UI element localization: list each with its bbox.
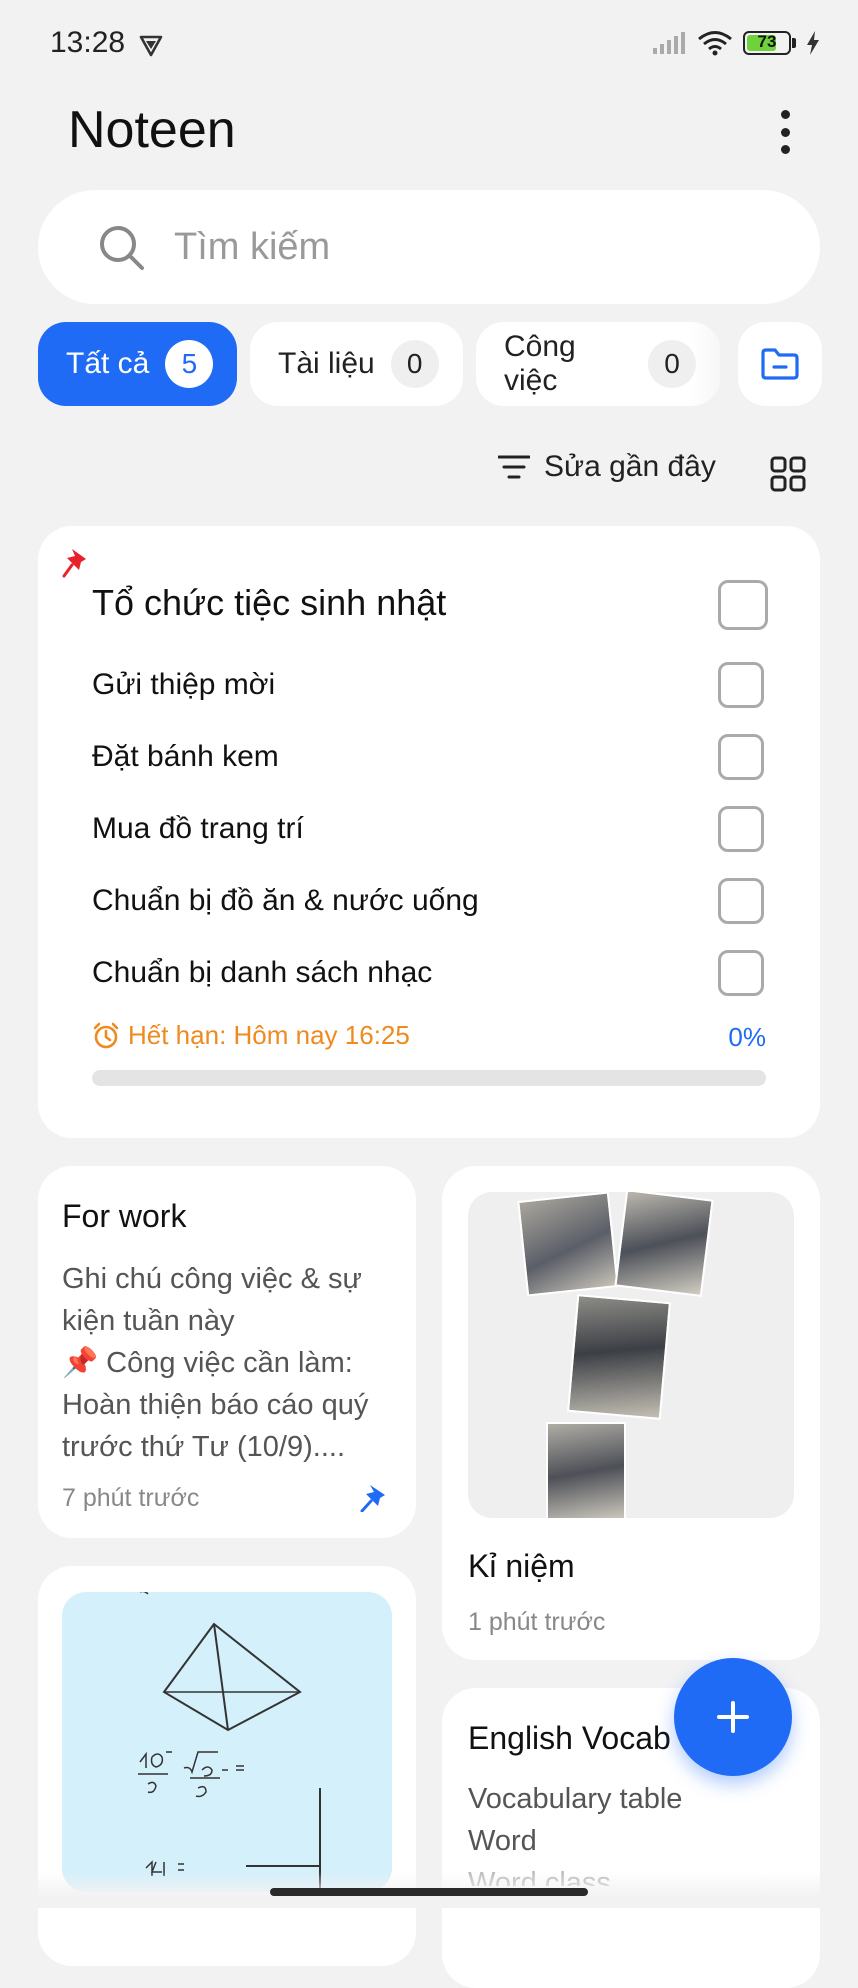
photo-thumbnail — [567, 1294, 671, 1420]
app-title: Noteen — [68, 101, 236, 159]
checklist-item-label: Chuẩn bị danh sách nhạc — [92, 956, 433, 989]
checklist-item-checkbox[interactable] — [718, 662, 764, 708]
due-date-text: Hết hạn: Hôm nay 16:25 — [128, 1020, 410, 1050]
note-title: English Vocab — [468, 1720, 671, 1756]
category-tab-all[interactable]: Tất cả 5 — [38, 322, 238, 406]
charging-icon — [807, 31, 819, 55]
note-preview: Ghi chú công việc & sự kiện tuần này 📌 C… — [62, 1263, 369, 1463]
photo-collage — [468, 1192, 794, 1518]
category-label: Tất cả — [66, 347, 150, 380]
sort-button[interactable]: Sửa gần đây — [498, 450, 716, 484]
category-count: 0 — [648, 340, 696, 388]
checklist-item-label: Gửi thiệp mời — [92, 668, 276, 701]
signal-icon — [653, 32, 685, 54]
checklist-item-label: Mua đồ trang trí — [92, 812, 304, 845]
more-dot-icon — [780, 110, 790, 119]
note-title: Kỉ niệm — [468, 1548, 575, 1584]
checklist-item-checkbox[interactable] — [718, 950, 764, 996]
more-dot-icon — [780, 127, 790, 137]
checklist-item-checkbox[interactable] — [718, 734, 764, 780]
category-label: Tài liệu — [278, 347, 375, 380]
search-icon — [100, 226, 144, 270]
battery-tip — [792, 38, 796, 48]
folder-manage-button[interactable] — [738, 322, 822, 406]
category-label: Công việc — [504, 330, 576, 397]
note-time: 1 phút trước — [468, 1608, 606, 1636]
note-line: Vocabulary table — [468, 1783, 683, 1815]
pyramid-sketch-icon — [138, 1592, 321, 1892]
category-scroll-fade — [690, 318, 738, 410]
filter-icon — [498, 455, 530, 479]
checklist-item-checkbox[interactable] — [718, 878, 764, 924]
checklist-item-label: Đặt bánh kem — [92, 740, 279, 773]
grid-view-icon[interactable] — [770, 456, 806, 492]
battery-icon: 73 — [743, 31, 791, 55]
category-tab-documents[interactable]: Tài liệu 0 — [250, 322, 463, 406]
category-tab-work[interactable]: Công việc 0 — [476, 322, 720, 406]
sketch-thumbnail — [62, 1592, 392, 1892]
category-count: 0 — [390, 340, 439, 388]
status-time: 13:28 — [50, 26, 126, 59]
checklist-title: Tổ chức tiệc sinh nhật — [92, 582, 447, 623]
due-date: Hết hạn: Hôm nay 16:25 — [92, 1020, 410, 1051]
alarm-clock-icon — [93, 1022, 119, 1048]
plus-icon — [717, 1701, 749, 1733]
pin-icon — [62, 549, 86, 578]
note-line: Word — [468, 1825, 537, 1857]
checklist-all-checkbox[interactable] — [718, 580, 768, 630]
category-count: 5 — [165, 340, 214, 388]
battery-level: 73 — [757, 32, 777, 51]
vpn-icon — [139, 35, 163, 57]
sort-label: Sửa gần đây — [544, 450, 716, 483]
checklist-item-label: Chuẩn bị đồ ăn & nước uống — [92, 884, 479, 917]
home-indicator[interactable] — [270, 1888, 588, 1896]
more-dot-icon — [780, 145, 790, 154]
more-options-button[interactable] — [778, 110, 792, 154]
progress-percent: 0% — [728, 1022, 766, 1052]
photo-thumbnail — [517, 1192, 619, 1297]
wifi-icon — [698, 31, 732, 56]
search-bar[interactable] — [38, 190, 820, 304]
photo-thumbnail — [614, 1192, 714, 1297]
progress-bar — [92, 1070, 766, 1086]
search-input[interactable] — [172, 218, 776, 276]
photo-thumbnail — [546, 1422, 626, 1518]
status-icons: 73 — [653, 30, 820, 56]
add-note-button[interactable] — [674, 1658, 792, 1776]
note-title: For work — [62, 1198, 187, 1234]
folder-icon — [761, 348, 799, 380]
checklist-item-checkbox[interactable] — [718, 806, 764, 852]
pin-icon — [360, 1485, 385, 1512]
note-time: 7 phút trước — [62, 1484, 200, 1512]
